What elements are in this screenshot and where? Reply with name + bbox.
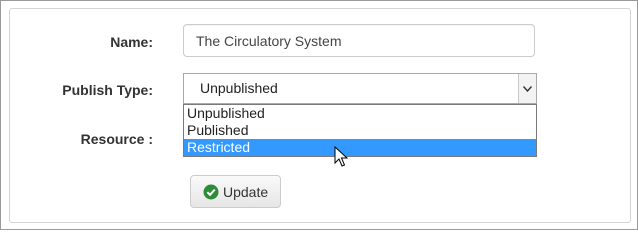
option-unpublished[interactable]: Unpublished <box>184 105 536 122</box>
option-published[interactable]: Published <box>184 122 536 139</box>
publish-type-dropdown-list[interactable]: Unpublished Published Restricted <box>183 104 537 157</box>
option-restricted[interactable]: Restricted <box>184 139 536 156</box>
publish-type-selected-value: Unpublished <box>200 80 278 96</box>
chevron-down-icon[interactable] <box>518 74 536 103</box>
resource-label: Resource : <box>80 131 153 147</box>
update-button-label: Update <box>223 183 269 200</box>
name-label: Name: <box>110 34 153 50</box>
publish-type-label: Publish Type: <box>62 82 153 98</box>
mouse-pointer-icon <box>334 145 349 168</box>
update-button[interactable]: Update <box>190 175 281 208</box>
name-input[interactable] <box>183 24 535 57</box>
publish-type-select[interactable]: Unpublished <box>183 73 537 104</box>
check-circle-icon <box>203 184 219 200</box>
